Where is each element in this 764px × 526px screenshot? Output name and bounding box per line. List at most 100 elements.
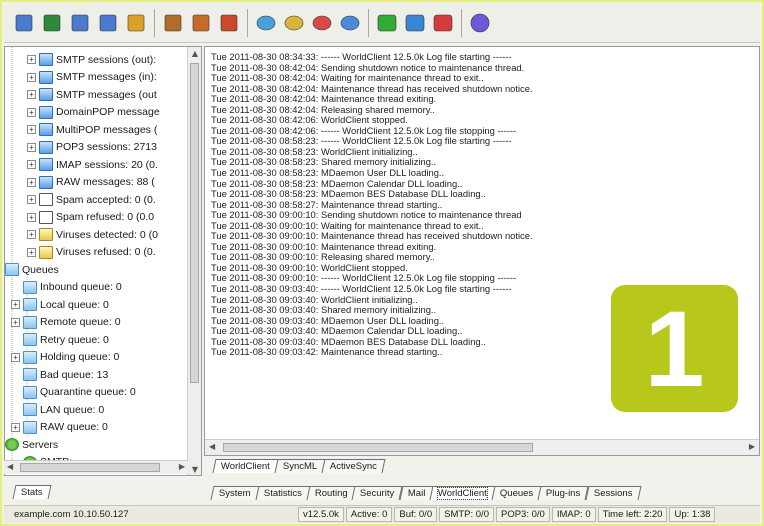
mail-icon bbox=[39, 88, 53, 101]
tree-item[interactable]: + SMTP messages (in): bbox=[27, 69, 157, 86]
tree-vertical-scrollbar[interactable]: ▲ ▼ bbox=[187, 47, 201, 475]
tab-label: Statistics bbox=[263, 488, 302, 499]
expand-icon[interactable]: + bbox=[27, 55, 36, 64]
tree-hscroll-thumb[interactable] bbox=[20, 463, 160, 472]
about-icon bbox=[470, 13, 490, 32]
status-host: example.com 10.10.50.127 bbox=[14, 509, 129, 520]
tab-worldclient[interactable]: WorldClient bbox=[212, 459, 279, 473]
expand-icon[interactable]: + bbox=[27, 195, 36, 204]
tab-label: Security bbox=[360, 488, 395, 499]
tab-activesync[interactable]: ActiveSync bbox=[321, 459, 386, 473]
user-button[interactable] bbox=[188, 9, 214, 37]
tree-item[interactable]: + RAW queue: 0 bbox=[11, 419, 108, 436]
lock-button[interactable] bbox=[123, 9, 149, 37]
queue-edit-icon bbox=[284, 15, 304, 30]
status-cell: Time left: 2:20 bbox=[597, 507, 668, 522]
green-status-button[interactable] bbox=[374, 9, 400, 37]
tab-syncml[interactable]: SyncML bbox=[274, 459, 326, 473]
tree-item[interactable]: + MultiPOP messages ( bbox=[27, 121, 157, 138]
log-line: Tue 2011-08-30 08:58:23: MDaemon User DL… bbox=[211, 167, 445, 179]
queue-folder-icon bbox=[5, 263, 19, 276]
connect-button[interactable] bbox=[39, 9, 65, 37]
tab-system[interactable]: System bbox=[210, 486, 260, 500]
scroll-up-arrow-icon[interactable]: ▲ bbox=[188, 47, 201, 61]
tab-statistics[interactable]: Statistics bbox=[255, 486, 311, 500]
tree-item[interactable]: + Spam refused: 0 (0.0 bbox=[27, 209, 154, 226]
toolbar-separator bbox=[461, 8, 462, 37]
tree-item[interactable]: + IMAP sessions: 20 (0. bbox=[27, 156, 158, 173]
tree-item[interactable]: Retry queue: 0 bbox=[11, 331, 109, 348]
queue-refresh-icon bbox=[256, 15, 276, 30]
spam-icon bbox=[39, 210, 53, 224]
scroll-left-arrow-icon[interactable]: ◀ bbox=[7, 462, 13, 471]
accounts-button[interactable] bbox=[160, 9, 186, 37]
tree-item[interactable]: -Servers bbox=[5, 436, 58, 453]
queue-process-button[interactable] bbox=[337, 9, 363, 37]
status-cells: v12.5.0k Active: 0 Buf: 0/0 SMTP: 0/0 POP3: … bbox=[298, 507, 717, 522]
tree-item[interactable]: + Viruses detected: 0 (0 bbox=[27, 226, 158, 243]
filter-button[interactable] bbox=[67, 9, 93, 37]
expand-icon[interactable]: + bbox=[27, 247, 36, 257]
tree-item[interactable]: + RAW messages: 88 ( bbox=[27, 174, 155, 191]
queue-remove-button[interactable] bbox=[309, 9, 335, 37]
tree-item[interactable]: Bad queue: 13 bbox=[11, 366, 108, 383]
queue-refresh-button[interactable] bbox=[253, 9, 279, 37]
expand-icon[interactable]: + bbox=[11, 317, 20, 327]
queue-icon bbox=[23, 315, 37, 329]
tree-item[interactable]: + Remote queue: 0 bbox=[11, 314, 121, 331]
tree-item[interactable]: Quarantine queue: 0 bbox=[11, 384, 136, 401]
users-button[interactable] bbox=[216, 9, 242, 37]
search-button[interactable] bbox=[95, 9, 121, 37]
expand-icon[interactable]: + bbox=[11, 352, 20, 362]
tab-worldclient[interactable]: WorldClient bbox=[429, 486, 496, 500]
tree-item[interactable]: + DomainPOP message bbox=[27, 104, 160, 121]
tree-item[interactable]: + Local queue: 0 bbox=[11, 296, 109, 313]
tab-stats[interactable]: Stats bbox=[12, 485, 52, 499]
tree-item-label: Remote queue: 0 bbox=[40, 316, 121, 328]
expand-icon[interactable]: + bbox=[11, 422, 20, 432]
tab-routing[interactable]: Routing bbox=[306, 486, 356, 500]
log-hscroll-thumb[interactable] bbox=[223, 443, 533, 452]
about-button[interactable] bbox=[467, 9, 493, 37]
tab-queues[interactable]: Queues bbox=[491, 486, 542, 500]
expand-icon[interactable]: + bbox=[27, 230, 36, 239]
expand-icon[interactable]: + bbox=[27, 142, 36, 152]
blue-status-button[interactable] bbox=[402, 9, 428, 37]
stats-tree[interactable]: ▲ ▼ + SMTP sessions (out): + SMTP messages … bbox=[4, 46, 202, 476]
tree-item[interactable]: + Spam accepted: 0 (0. bbox=[27, 191, 156, 208]
expand-icon[interactable]: + bbox=[27, 212, 36, 222]
tab-security[interactable]: Security bbox=[351, 486, 404, 500]
scroll-left-arrow-icon[interactable]: ◀ bbox=[209, 442, 215, 451]
log-horizontal-scrollbar[interactable]: ◀ ▶ bbox=[205, 439, 759, 455]
tree-item[interactable]: + Viruses refused: 0 (0. bbox=[27, 244, 156, 261]
scroll-right-arrow-icon[interactable]: ▶ bbox=[749, 442, 755, 451]
status-bar: example.com 10.10.50.127 v12.5.0k Active:… bbox=[4, 505, 760, 523]
expand-icon[interactable]: + bbox=[27, 160, 36, 169]
tree-item[interactable]: LAN queue: 0 bbox=[11, 401, 104, 418]
tree-horizontal-scrollbar[interactable]: ◀ ▶ bbox=[4, 460, 188, 474]
expand-icon[interactable]: + bbox=[27, 72, 36, 82]
expand-icon[interactable]: + bbox=[27, 125, 36, 134]
tree-item[interactable]: + POP3 sessions: 2713 bbox=[27, 139, 157, 156]
tree-item[interactable]: + SMTP messages (out bbox=[27, 86, 157, 103]
queue-edit-button[interactable] bbox=[281, 9, 307, 37]
mail-icon bbox=[39, 140, 53, 154]
tree-scroll-thumb[interactable] bbox=[190, 63, 199, 383]
scroll-right-arrow-icon[interactable]: ▶ bbox=[179, 462, 185, 471]
scroll-down-arrow-icon[interactable]: ▼ bbox=[188, 463, 201, 475]
expand-icon[interactable]: + bbox=[11, 300, 20, 309]
tab-mail[interactable]: Mail bbox=[399, 486, 434, 500]
accounts-icon bbox=[164, 14, 182, 31]
tree-item[interactable]: -Queues bbox=[5, 261, 59, 278]
expand-icon[interactable]: + bbox=[27, 107, 36, 117]
tree-item[interactable]: + Holding queue: 0 bbox=[11, 349, 119, 366]
red-status-button[interactable] bbox=[430, 9, 456, 37]
tab-sessions[interactable]: Sessions bbox=[585, 486, 641, 500]
expand-icon[interactable]: + bbox=[27, 177, 36, 187]
tree-item[interactable]: Inbound queue: 0 bbox=[11, 279, 122, 296]
main-tabs: System Statistics Routing Security Mail World… bbox=[210, 486, 641, 500]
expand-icon[interactable]: + bbox=[27, 90, 36, 99]
tree-item[interactable]: + SMTP sessions (out): bbox=[27, 51, 156, 68]
tab-plug-ins[interactable]: Plug-ins bbox=[537, 486, 590, 500]
options-button[interactable] bbox=[11, 9, 37, 37]
